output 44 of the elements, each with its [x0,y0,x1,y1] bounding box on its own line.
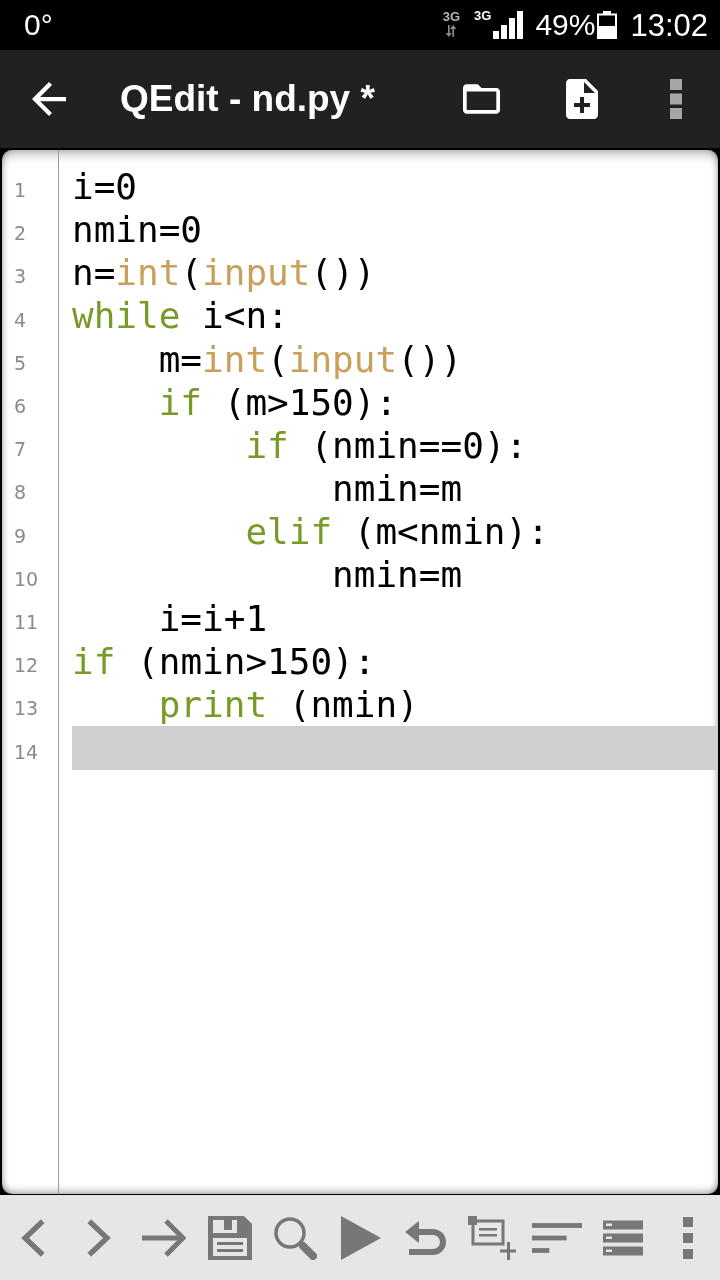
code-line: print (nmin) [158,685,419,725]
line-number: 2 [14,224,27,244]
line-number: 14 [14,742,39,762]
code-line: nmin=m [332,555,463,596]
code-line: if (m>150): [158,382,398,423]
code-line: while i<n: [72,296,289,336]
more-icon [683,1215,693,1260]
line-number: 13 [14,699,39,719]
code-line: n=int(input()) [72,253,376,293]
code-line: i=0 [72,166,138,207]
line-number: 10 [14,569,39,589]
line-number: 9 [14,526,27,546]
code-line: elif (m<nmin): [245,512,549,552]
data-arrows-icon [445,25,458,37]
code-line: if (nmin==0): [245,425,528,466]
folder-icon [463,84,500,114]
file-plus-icon [566,79,598,119]
line-number: 1 [14,181,27,201]
line-number: 4 [14,310,27,330]
battery-percent: 49% [535,10,596,40]
line-number: 6 [14,397,27,417]
code-line: i=i+1 [158,598,268,639]
code-line: if (nmin>150): [72,641,376,682]
temperature-label: 0° [24,10,53,40]
code-line: nmin=0 [72,210,203,250]
line-number: 11 [14,612,39,632]
arrow-left-icon [32,82,66,116]
line-number: 12 [14,656,39,676]
code-line: m=int(input()) [158,339,463,380]
clock-time: 13:02 [630,9,708,41]
battery-icon [597,11,618,39]
more-icon [670,79,682,119]
code-line: nmin=m [332,469,463,509]
box-plus-icon [467,1215,516,1260]
app-title: QEdit - nd.py * [120,76,375,121]
line-number: 8 [14,483,27,503]
network-type-label: 3G [474,9,492,22]
network-type-label: 3G [442,10,461,23]
signal-icon [493,11,524,39]
line-number: 3 [14,267,27,287]
play-icon [340,1215,381,1260]
search-icon [273,1215,317,1260]
line-number: 5 [14,353,27,373]
line-number: 7 [14,440,27,460]
